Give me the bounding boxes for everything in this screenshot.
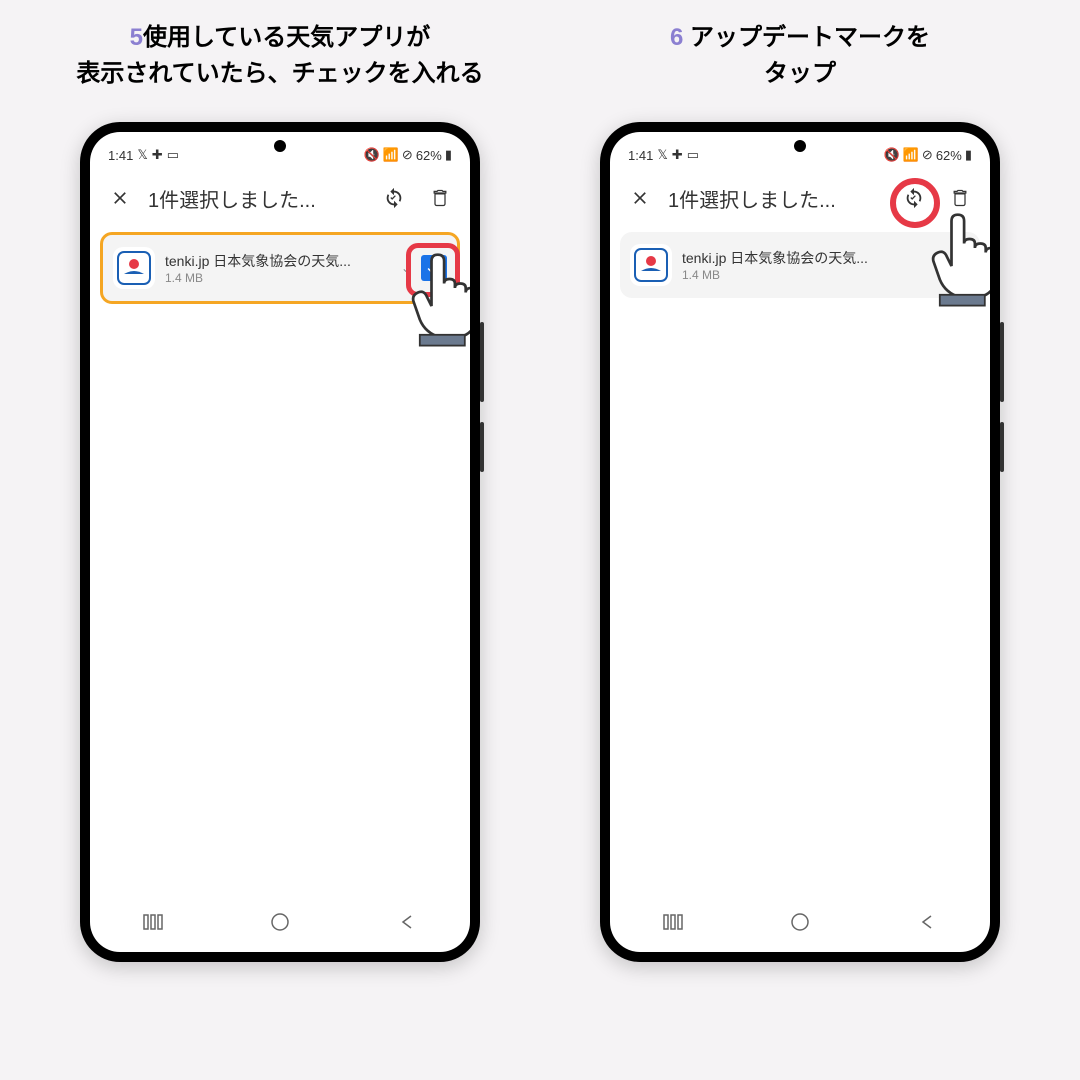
phone-power-button [1000, 422, 1004, 472]
step-number: 6 [670, 24, 683, 51]
app-icon [630, 244, 672, 286]
trash-button[interactable] [422, 180, 458, 216]
hand-pointer-icon [400, 252, 470, 352]
step-number: 5 [130, 24, 143, 51]
nav-home-button[interactable] [770, 912, 830, 932]
update-button[interactable] [376, 180, 412, 216]
app-name: tenki.jp 日本気象協会の天気... [682, 248, 950, 268]
status-time: 1:41 [108, 148, 133, 163]
app-size: 1.4 MB [682, 268, 950, 282]
status-right: 🔇 📶 ⊘ 62% ▮ [364, 147, 452, 163]
app-bar-title: 1件選択しました... [148, 184, 366, 213]
plus-icon: ✚ [672, 147, 683, 163]
status-right: 🔇 📶 ⊘ 62% ▮ [884, 147, 972, 163]
phone-camera [274, 140, 286, 152]
navigation-bar [90, 902, 470, 942]
phone-screen: 1:41 𝕏 ✚ ▭ 🔇 📶 ⊘ 62% ▮ 1件選択しました... [90, 132, 470, 952]
step-5-container: 5使用している天気アプリが 表示されていたら、チェックを入れる 1:41 𝕏 ✚… [45, 20, 515, 1060]
nav-recent-button[interactable] [123, 913, 183, 931]
battery-text: 62% [936, 148, 962, 163]
phone-screen: 1:41 𝕏 ✚ ▭ 🔇 📶 ⊘ 62% ▮ 1件選択しました... [610, 132, 990, 952]
app-size: 1.4 MB [165, 271, 391, 285]
battery-text: 62% [416, 148, 442, 163]
nav-recent-button[interactable] [643, 913, 703, 931]
plus-icon: ✚ [152, 147, 163, 163]
nav-home-button[interactable] [250, 912, 310, 932]
wifi-icon: 📶 [903, 147, 919, 163]
status-left: 1:41 𝕏 ✚ ▭ [628, 147, 699, 163]
close-button[interactable] [102, 180, 138, 216]
app-bar: 1件選択しました... [90, 170, 470, 226]
x-icon: 𝕏 [657, 147, 667, 163]
step-6-container: 6 アップデートマークを タップ 1:41 𝕏 ✚ ▭ 🔇 📶 ⊘ 62% ▮ [565, 20, 1035, 1060]
photo-icon: ▭ [687, 147, 699, 163]
app-icon [113, 247, 155, 289]
x-icon: 𝕏 [137, 147, 147, 163]
no-sim-icon: ⊘ [402, 147, 413, 163]
app-info: tenki.jp 日本気象協会の天気... 1.4 MB [165, 251, 391, 285]
app-name: tenki.jp 日本気象協会の天気... [165, 251, 391, 271]
status-left: 1:41 𝕏 ✚ ▭ [108, 147, 179, 163]
wifi-icon: 📶 [383, 147, 399, 163]
phone-volume-button [1000, 322, 1004, 402]
no-sim-icon: ⊘ [922, 147, 933, 163]
step-5-title: 5使用している天気アプリが 表示されていたら、チェックを入れる [76, 20, 483, 92]
nav-back-button[interactable] [897, 914, 957, 930]
mute-icon: 🔇 [884, 147, 900, 163]
phone-volume-button [480, 322, 484, 402]
navigation-bar [610, 902, 990, 942]
mute-icon: 🔇 [364, 147, 380, 163]
app-info: tenki.jp 日本気象協会の天気... 1.4 MB [682, 248, 950, 282]
phone-camera [794, 140, 806, 152]
app-bar-title: 1件選択しました... [668, 184, 886, 213]
phone-frame: 1:41 𝕏 ✚ ▭ 🔇 📶 ⊘ 62% ▮ 1件選択しました... [80, 122, 480, 962]
battery-icon: ▮ [445, 147, 452, 163]
battery-icon: ▮ [965, 147, 972, 163]
photo-icon: ▭ [167, 147, 179, 163]
step-6-title: 6 アップデートマークを タップ [670, 20, 930, 92]
update-button[interactable] [896, 180, 932, 216]
phone-frame: 1:41 𝕏 ✚ ▭ 🔇 📶 ⊘ 62% ▮ 1件選択しました... [600, 122, 1000, 962]
status-time: 1:41 [628, 148, 653, 163]
trash-button[interactable] [942, 180, 978, 216]
hand-pointer-icon [920, 212, 990, 312]
phone-power-button [480, 422, 484, 472]
close-button[interactable] [622, 180, 658, 216]
nav-back-button[interactable] [377, 914, 437, 930]
